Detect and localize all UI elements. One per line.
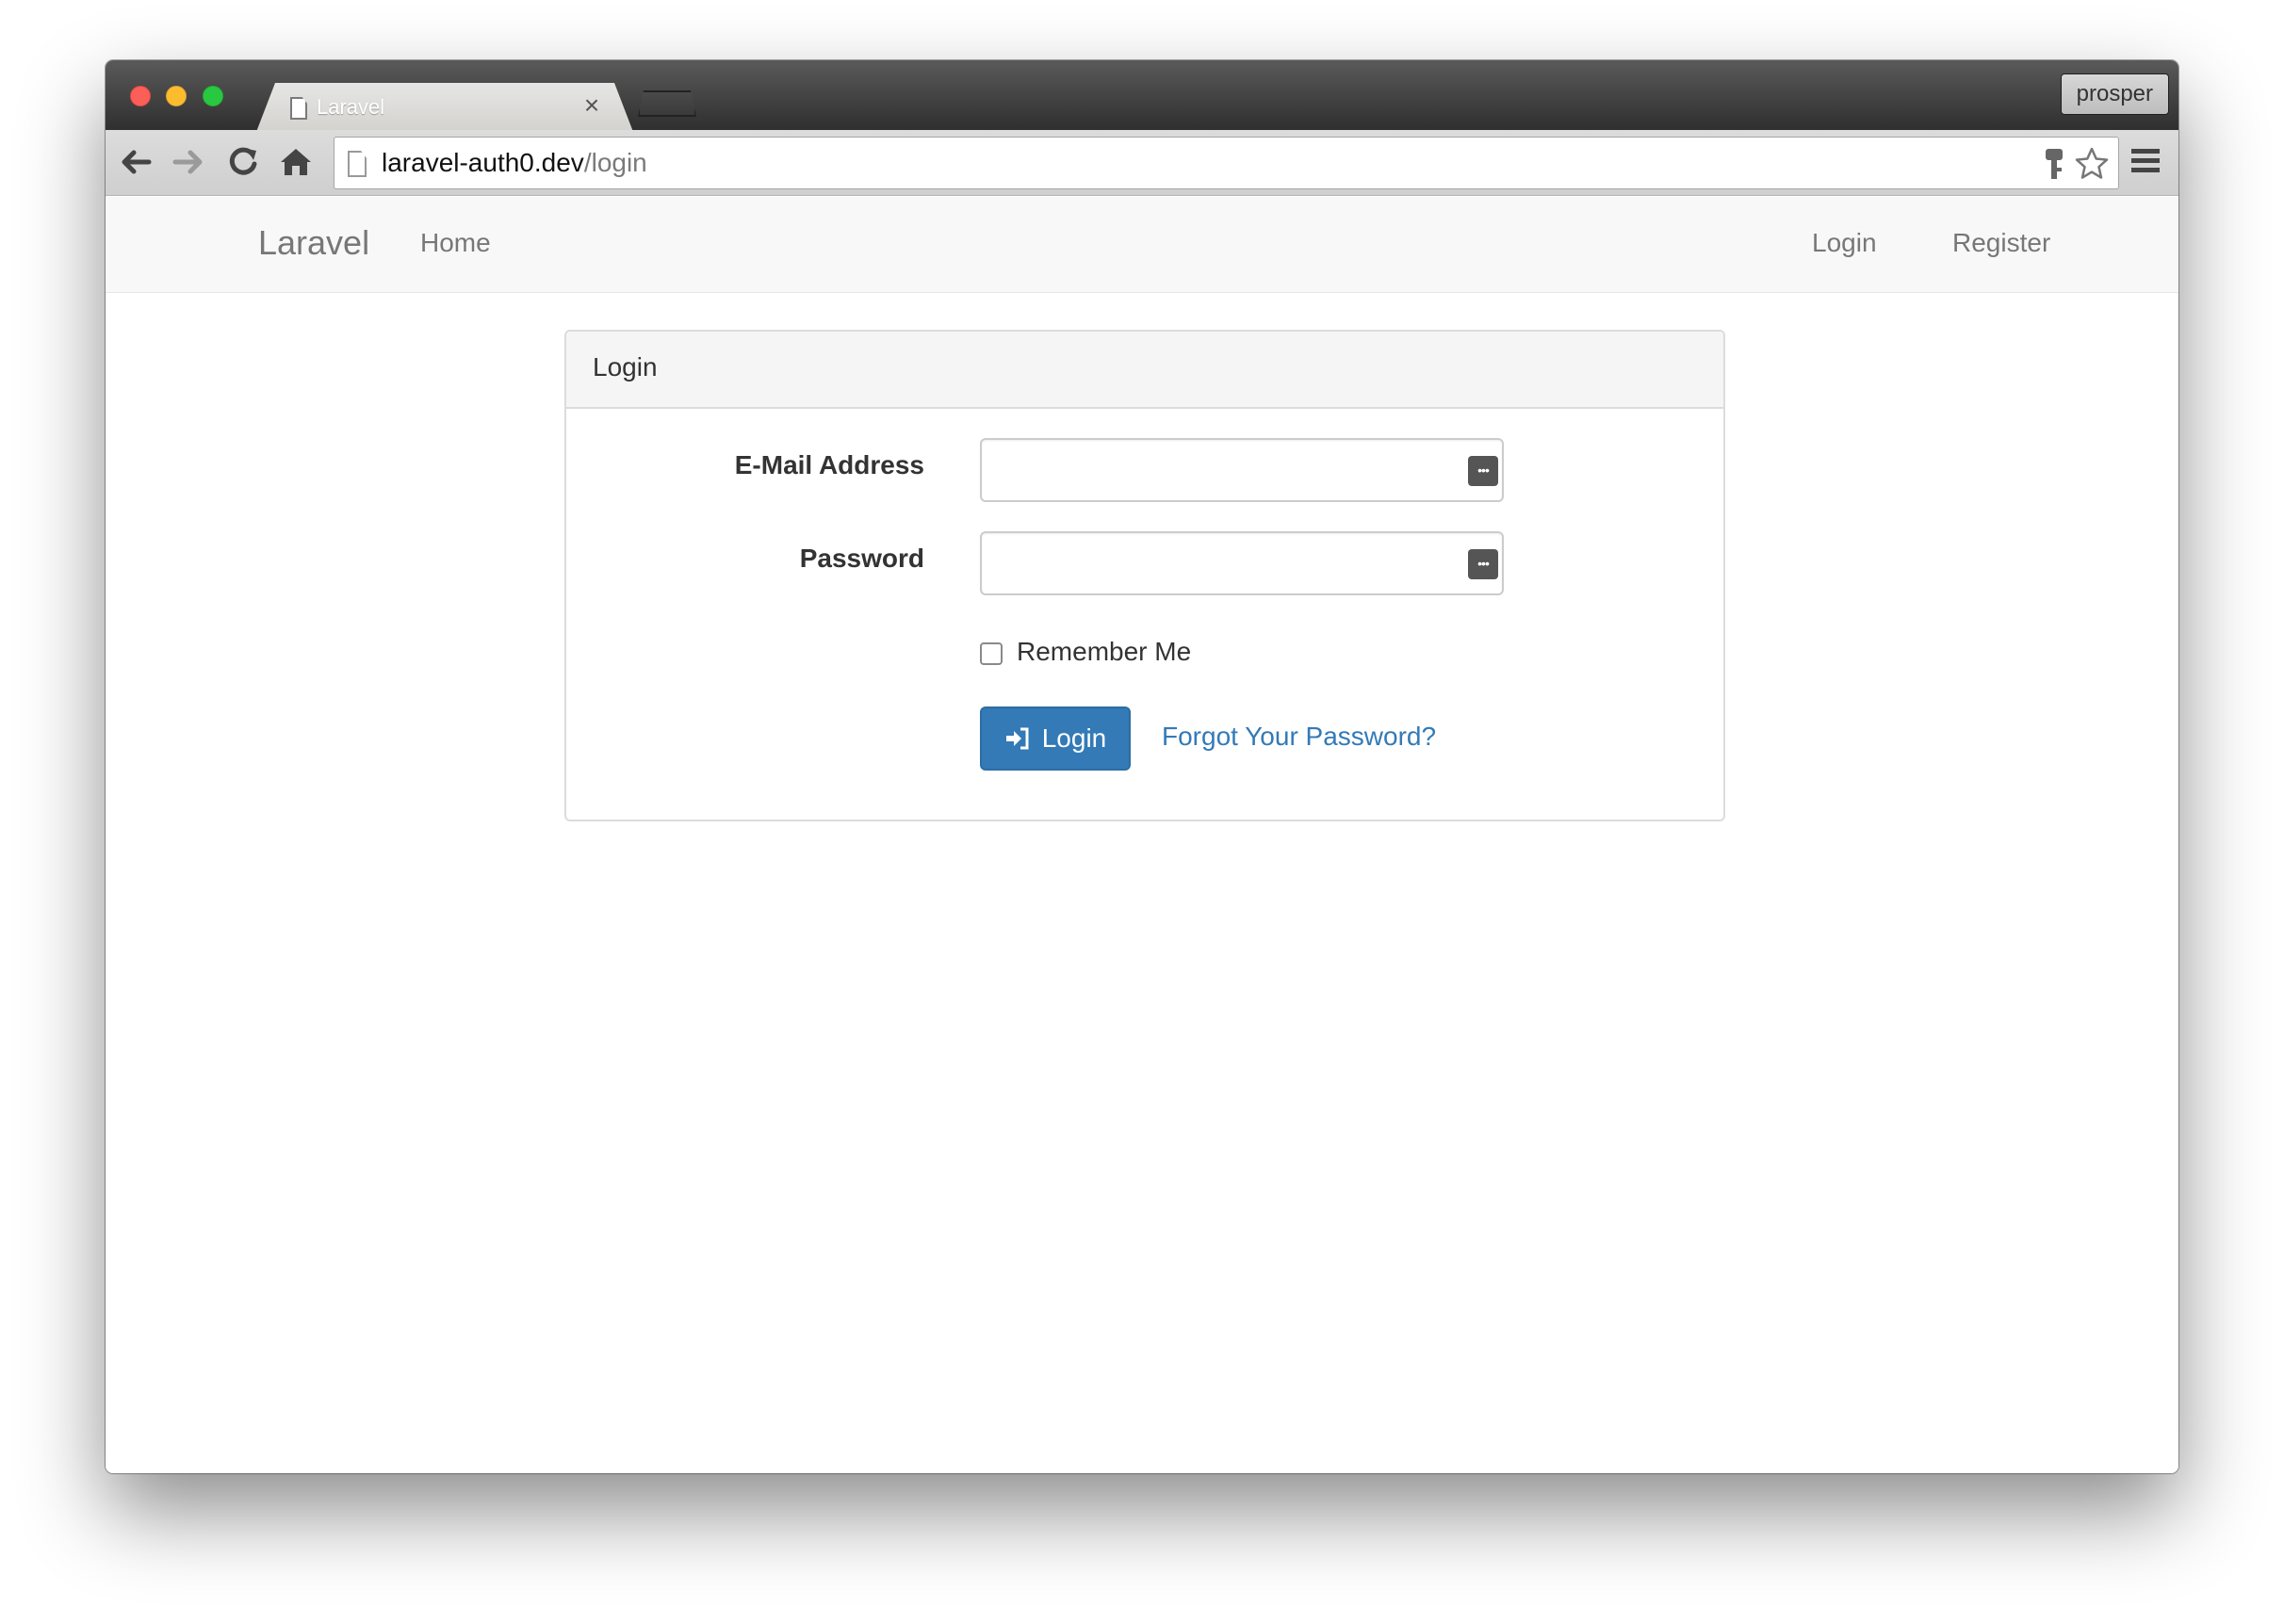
site-navbar: Laravel Home Login Register [106, 197, 2178, 293]
back-button[interactable] [115, 141, 156, 183]
login-submit-button[interactable]: Login [980, 706, 1131, 771]
back-arrow-icon [122, 150, 152, 174]
login-button-label: Login [1041, 723, 1107, 753]
nav-home-link[interactable]: Home [420, 228, 491, 258]
url-path: /login [583, 148, 647, 177]
password-key-icon[interactable] [2037, 145, 2071, 183]
email-label: E-Mail Address [734, 450, 924, 479]
password-manager-icon[interactable]: ••• [1468, 549, 1498, 579]
browser-tab-strip: Laravel × prosper [106, 60, 2178, 132]
remember-me-label[interactable]: Remember Me [1017, 637, 1191, 667]
home-button[interactable] [275, 141, 317, 183]
minimize-window-button[interactable] [166, 86, 187, 106]
close-window-button[interactable] [130, 86, 151, 106]
brand-link[interactable]: Laravel [258, 223, 369, 263]
nav-login-link[interactable]: Login [1812, 228, 1877, 258]
page-icon [348, 151, 367, 177]
password-input[interactable]: ••• [980, 531, 1504, 595]
hamburger-menu-icon[interactable] [2129, 145, 2162, 177]
address-bar[interactable]: laravel-auth0.dev/login [334, 137, 2119, 189]
url-host: laravel-auth0.dev [382, 148, 584, 177]
login-panel: Login E-Mail Address ••• Password ••• Re… [564, 330, 1725, 821]
password-manager-icon[interactable]: ••• [1468, 456, 1498, 486]
tab-title: Laravel [317, 95, 385, 119]
forward-arrow-icon [172, 150, 203, 174]
home-icon [281, 149, 311, 175]
bookmark-star-icon[interactable] [2073, 145, 2111, 183]
browser-tab[interactable]: Laravel × [256, 83, 633, 132]
nav-register-link[interactable]: Register [1952, 228, 2050, 258]
browser-toolbar: laravel-auth0.dev/login [106, 130, 2178, 196]
address-url: laravel-auth0.dev/login [382, 148, 647, 178]
remember-me-checkbox[interactable] [980, 642, 1003, 665]
new-tab-button[interactable] [638, 90, 696, 117]
forward-button[interactable] [168, 141, 209, 183]
document-icon [290, 97, 307, 120]
password-label: Password [799, 544, 924, 573]
browser-window: Laravel × prosper laravel-auth0.dev/logi… [106, 60, 2178, 1473]
email-input[interactable]: ••• [980, 438, 1504, 502]
reload-icon [229, 147, 257, 175]
close-tab-icon[interactable]: × [579, 92, 605, 119]
panel-heading: Login [566, 332, 1723, 409]
zoom-window-button[interactable] [203, 86, 223, 106]
page-viewport: Laravel Home Login Register Login E-Mail… [106, 197, 2178, 1473]
screenshot-stage: Laravel × prosper laravel-auth0.dev/logi… [0, 0, 2284, 1624]
forgot-password-link[interactable]: Forgot Your Password? [1162, 722, 1436, 752]
profile-button[interactable]: prosper [2060, 73, 2169, 115]
sign-in-icon [1005, 727, 1029, 750]
reload-button[interactable] [222, 141, 264, 183]
